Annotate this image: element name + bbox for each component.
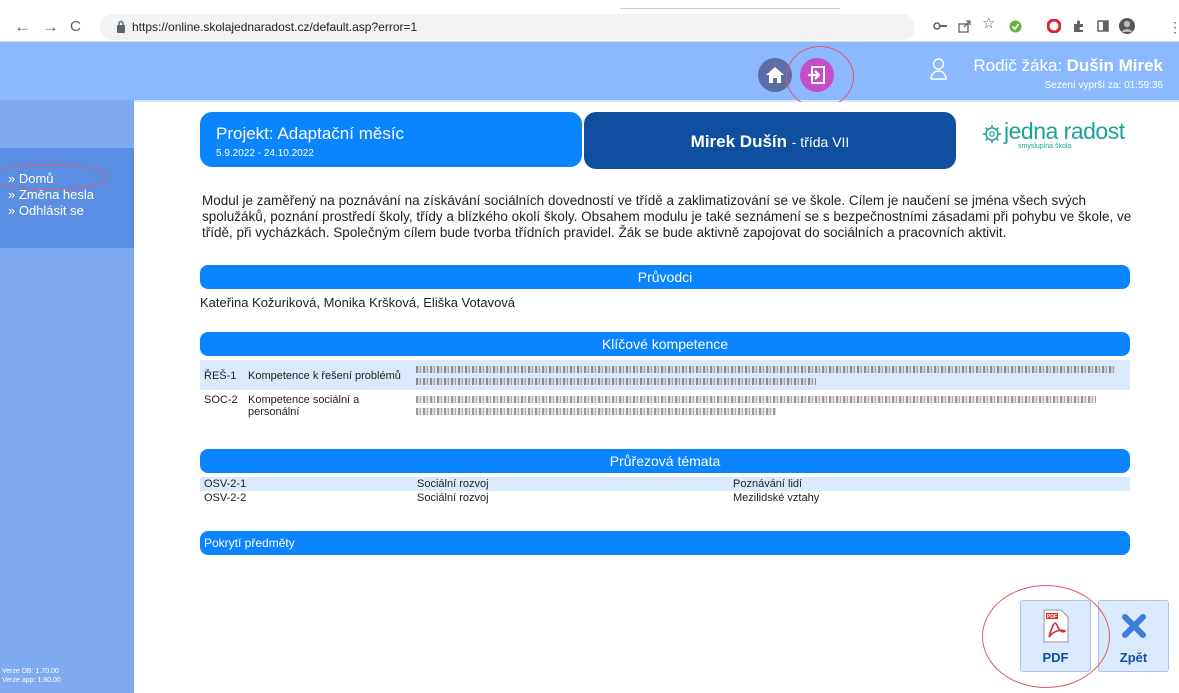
theme-code: OSV-2-1 <box>204 478 247 490</box>
student-class: - třída VII <box>791 134 850 150</box>
competence-detail-redacted <box>412 390 1130 421</box>
browser-menu-icon[interactable]: ⋮ <box>1168 20 1179 34</box>
sidebar-menu: » Domů » Změna hesla » Odhlásit se <box>0 148 134 248</box>
user-icon <box>930 58 947 80</box>
version-info: Verze DB: 1.70.00 Verze app: 1.80.00 <box>2 667 61 685</box>
competence-code: ŘEŠ-1 <box>204 370 237 382</box>
extension-green-icon[interactable] <box>1009 20 1022 33</box>
address-bar[interactable]: https://online.skolajednaradost.cz/defau… <box>100 14 915 40</box>
annotation-circle-logout <box>786 46 854 108</box>
extensions-puzzle-icon[interactable] <box>1072 19 1086 33</box>
table-row: SOC-2 Kompetence sociální a personální <box>200 390 1130 421</box>
table-row: ŘEŠ-1 Kompetence k řešení problémů <box>200 360 1130 390</box>
back-app-button-label: Zpět <box>1119 650 1148 665</box>
lock-icon <box>117 20 125 33</box>
competence-name: Kompetence k řešení problémů <box>248 370 401 382</box>
project-description: Modul je zaměřený na poznávání na získáv… <box>202 193 1132 240</box>
user-name: Dušin Mirek <box>1066 56 1163 75</box>
competence-code: SOC-2 <box>204 394 238 406</box>
logo-gear-icon <box>983 125 1001 143</box>
project-dates: 5.9.2022 - 24.10.2022 <box>216 148 314 159</box>
browser-chrome: ← → C https://online.skolajednaradost.cz… <box>0 0 1179 42</box>
competences-table: ŘEŠ-1 Kompetence k řešení problémů SOC-2… <box>200 360 1130 421</box>
close-x-icon <box>1122 614 1146 638</box>
logo-name: jedna radost <box>1004 118 1125 144</box>
main-content: Projekt: Adaptační měsíc 5.9.2022 - 24.1… <box>134 102 1179 693</box>
url-text: https://online.skolajednaradost.cz/defau… <box>132 20 418 34</box>
logo-tagline: smysluplná škola <box>1018 143 1072 150</box>
sidebar: » Domů » Změna hesla » Odhlásit se Verze… <box>0 100 134 693</box>
version-app: Verze app: 1.80.00 <box>2 677 61 684</box>
theme-topic: Mezilidské vztahy <box>733 492 820 504</box>
share-icon[interactable] <box>958 19 972 33</box>
themes-heading: Průřezová témata <box>200 449 1130 473</box>
project-header: Projekt: Adaptační měsíc 5.9.2022 - 24.1… <box>200 112 582 167</box>
competence-detail-redacted <box>412 360 1130 390</box>
subjects-heading: Pokrytí předměty <box>200 531 1130 555</box>
theme-area: Sociální rozvoj <box>417 492 489 504</box>
sidebar-item-change-password[interactable]: » Změna hesla <box>0 187 134 203</box>
bookmark-star-icon[interactable]: ☆ <box>982 16 995 31</box>
sidebar-item-logout[interactable]: » Odhlásit se <box>0 203 134 219</box>
guides-names: Kateřina Kožuriková, Monika Kršková, Eli… <box>200 295 516 310</box>
student-header: Mirek Dušín - třída VII <box>584 112 956 169</box>
app-root: Rodič žáka: Dušin Mirek Sezení vyprší za… <box>0 42 1179 693</box>
key-icon[interactable] <box>933 21 947 31</box>
profile-avatar-icon[interactable] <box>1118 17 1136 35</box>
user-role: Rodič žáka: <box>973 56 1063 75</box>
app-header: Rodič žáka: Dušin Mirek Sezení vyprší za… <box>0 42 1179 108</box>
themes-table: OSV-2-1 Sociální rozvoj Poznávání lidí O… <box>200 477 1130 505</box>
competence-name: Kompetence sociální a personální <box>248 394 360 418</box>
table-row: OSV-2-2 Sociální rozvoj Mezilidské vztah… <box>200 491 1130 505</box>
theme-code: OSV-2-2 <box>204 492 247 504</box>
session-timer: Sezení vyprší za: 01:59:36 <box>1044 80 1163 91</box>
table-row: OSV-2-1 Sociální rozvoj Poznávání lidí <box>200 477 1130 491</box>
theme-area: Sociální rozvoj <box>417 478 489 490</box>
project-title: Projekt: Adaptační měsíc <box>216 124 405 143</box>
reload-button[interactable]: C <box>70 18 81 35</box>
version-db: Verze DB: 1.70.00 <box>2 668 59 675</box>
tab-strip-line <box>620 8 840 9</box>
opera-icon[interactable] <box>1047 19 1061 33</box>
theme-topic: Poznávání lidí <box>733 478 803 490</box>
competences-heading: Klíčové kompetence <box>200 332 1130 356</box>
student-name: Mirek Dušín <box>690 132 788 151</box>
annotation-circle-pdf <box>982 585 1110 688</box>
user-info: Rodič žáka: Dušin Mirek Sezení vyprší za… <box>973 56 1163 91</box>
forward-button[interactable]: → <box>42 18 59 35</box>
guides-heading: Průvodci <box>200 265 1130 289</box>
side-panel-icon[interactable] <box>1097 20 1109 32</box>
back-button[interactable]: ← <box>14 18 31 35</box>
